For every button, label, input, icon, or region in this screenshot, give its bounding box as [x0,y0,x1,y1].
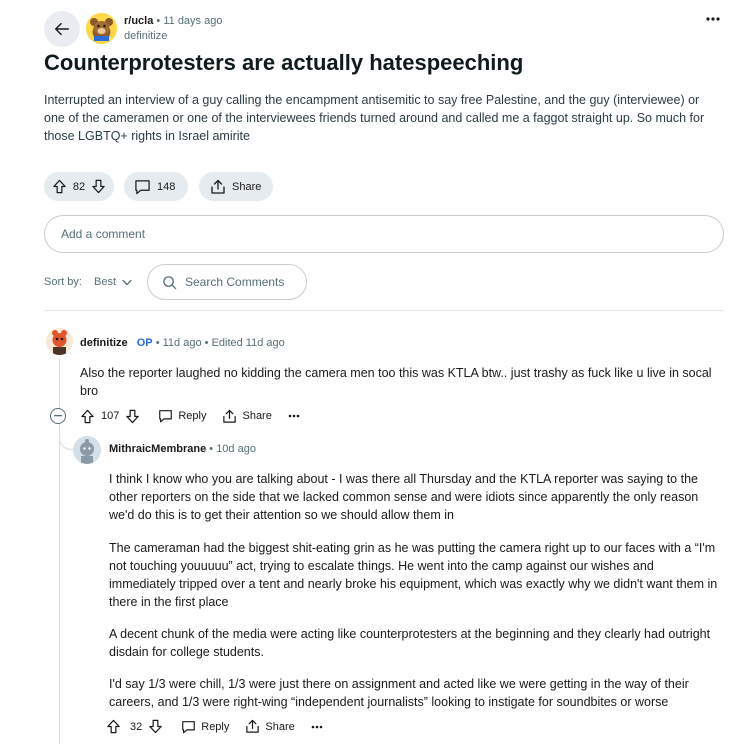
downvote-button[interactable] [148,719,163,734]
more-options-button[interactable] [311,725,323,729]
thread-line[interactable] [59,358,60,410]
comments-button[interactable]: 148 [124,172,188,201]
sort-dropdown[interactable]: Best [94,276,132,288]
share-label: Share [232,180,262,193]
downvote-icon [149,719,162,734]
collapse-button[interactable] [50,408,66,424]
thread-line[interactable] [59,424,60,744]
collapse-minus-icon [54,415,62,417]
comment-actions: 32 Reply Share [106,719,323,734]
reply-button[interactable]: Reply [158,409,206,423]
comment-paragraph: I think I know who you are talking about… [109,472,699,522]
comment-bubble-icon [159,410,173,423]
post-age: 11 days ago [163,15,223,27]
post-author[interactable]: definitize [124,30,167,42]
add-comment-placeholder: Add a comment [61,227,146,241]
comment-score: 32 [130,720,143,733]
add-comment-input[interactable]: Add a comment [44,215,724,253]
subreddit-avatar[interactable] [86,13,117,44]
reply-connector [59,424,73,450]
share-label: Share [242,410,272,422]
post-vote-control: 82 [44,172,114,201]
subreddit-meta: r/ucla • 11 days ago [124,15,222,27]
more-dots-icon [288,414,300,418]
search-comments-input[interactable]: Search Comments [147,264,307,300]
more-dots-icon [311,725,323,728]
subreddit-name[interactable]: r/ucla [124,15,153,27]
upvote-button[interactable] [52,179,67,194]
share-button[interactable]: Share [245,719,295,734]
comment-author[interactable]: MithraicMembrane [109,443,206,455]
reply-button[interactable]: Reply [181,720,229,734]
comment-bubble-icon [135,179,150,194]
comment-header: definitize OP • 11d ago • Edited 11d ago [80,337,285,349]
meta-dot: • [155,337,163,349]
comment-age: 10d ago [216,443,256,455]
sort-label: Sort by: [44,276,82,288]
share-icon [211,179,225,194]
reply-label: Reply [201,720,230,733]
more-options-button[interactable] [288,414,300,418]
avatar[interactable] [73,436,101,464]
share-button[interactable]: Share [222,409,272,424]
avatar[interactable] [46,328,73,355]
search-comments-placeholder: Search Comments [185,275,285,289]
share-button[interactable]: Share [199,172,273,201]
comment-bubble-icon [182,720,196,733]
back-button[interactable] [44,11,80,47]
downvote-button[interactable] [91,179,106,194]
comment-body: Also the reporter laughed no kidding the… [80,366,712,398]
section-divider [44,310,724,311]
comment-paragraph: A decent chunk of the media were acting … [109,627,711,659]
downvote-icon [92,179,105,194]
op-badge: OP [136,337,153,349]
post-title: Counterprotesters are actually hatespeec… [44,50,524,75]
comment-score: 107 [101,410,120,422]
comment-paragraph: I'd say 1/3 were chill, 1/3 were just th… [109,677,689,709]
more-options-button[interactable] [706,17,720,21]
search-icon [163,275,177,289]
comment-paragraph: The cameraman had the biggest shit-eatin… [109,541,718,609]
upvote-button[interactable] [80,409,95,424]
upvote-icon [81,409,94,423]
sort-value: Best [94,276,117,288]
share-label: Share [265,720,295,733]
comment-author[interactable]: definitize [80,337,128,349]
reply-label: Reply [178,410,207,422]
back-arrow-icon [54,22,70,36]
downvote-icon [126,409,140,423]
post-score: 82 [72,180,86,193]
share-icon [223,409,237,423]
comment-age: 11d ago [162,337,202,349]
comment-count: 148 [157,180,176,193]
chevron-down-icon [122,279,132,285]
upvote-button[interactable] [106,719,121,734]
upvote-icon [107,719,120,734]
more-dots-icon [706,17,720,21]
downvote-button[interactable] [125,409,140,424]
comment-header: MithraicMembrane • 10d ago [109,443,256,455]
upvote-icon [53,179,66,194]
meta-dot: • [204,337,212,349]
comment-actions: 107 Reply Share [50,408,300,424]
post-body: Interrupted an interview of a guy callin… [44,93,705,143]
share-icon [246,719,260,733]
comment-edited: Edited 11d ago [211,337,285,349]
